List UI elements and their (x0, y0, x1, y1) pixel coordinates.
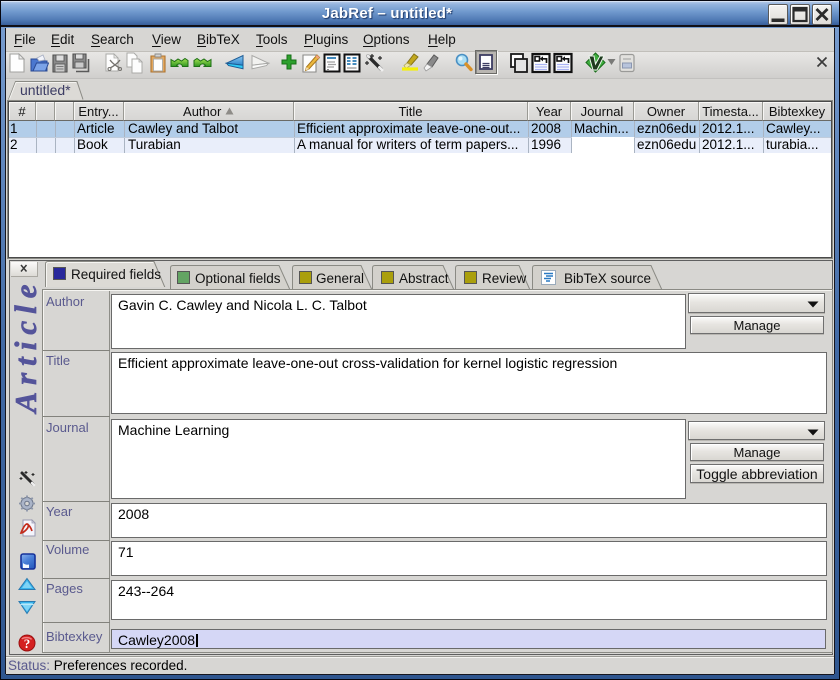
svg-text:?: ? (24, 636, 31, 651)
